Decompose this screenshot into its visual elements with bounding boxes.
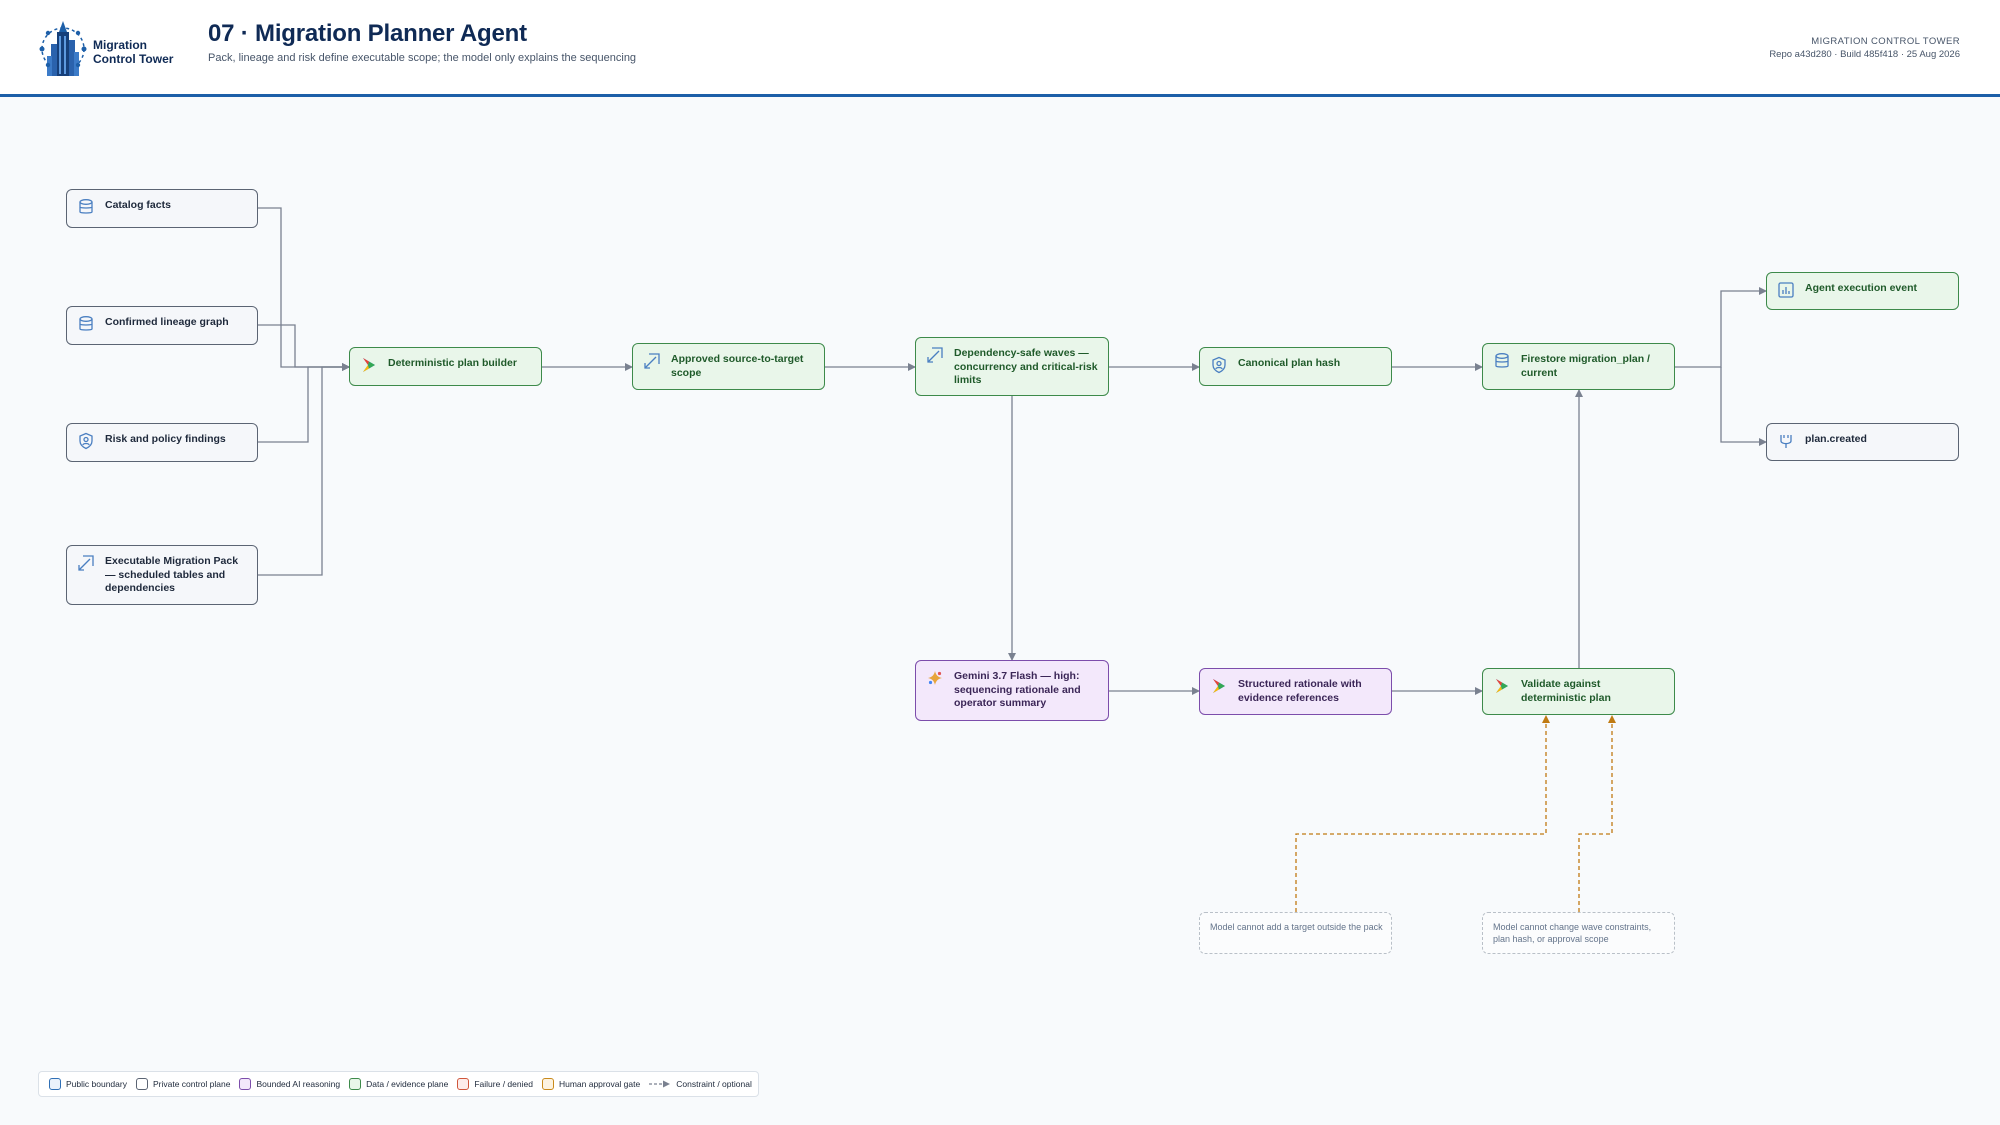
legend-item-private-control-plane: Private control plane — [135, 1078, 231, 1090]
edge-firestore-to-event — [1675, 287, 1767, 368]
node-label: Confirmed lineage graph — [105, 316, 229, 328]
legend-item-bounded-ai-reasoning: Bounded AI reasoning — [239, 1078, 340, 1090]
node-label: Risk and policy findings — [105, 433, 226, 445]
cloud-run-icon — [360, 356, 378, 374]
node-label: Firestore migration_plan / current — [1521, 353, 1650, 379]
node-executable-migration-pack[interactable]: Executable Migration Pack — scheduled ta… — [66, 545, 258, 605]
legend-item-human-approval-gate: Human approval gate — [541, 1078, 641, 1090]
node-deterministic-plan-builder[interactable]: Deterministic plan builder — [349, 347, 542, 386]
node-risk-and-policy-findings[interactable]: Risk and policy findings — [66, 423, 258, 462]
node-structured-rationale[interactable]: Structured rationale with evidence refer… — [1199, 668, 1392, 715]
cloud-run-icon — [1210, 677, 1228, 695]
edge-pack-to-builder — [258, 363, 350, 576]
cloud-run-icon — [1493, 677, 1511, 695]
legend-item-public-boundary: Public boundary — [49, 1078, 127, 1090]
node-canonical-plan-hash[interactable]: Canonical plan hash — [1199, 347, 1392, 386]
legend-item-constraint-optional: Constraint / optional — [649, 1079, 752, 1089]
constraint-target-to-validate — [1295, 715, 1550, 912]
legend-swatch — [457, 1078, 470, 1090]
note-target-constraint: Model cannot add a target outside the pa… — [1199, 912, 1392, 954]
node-catalog-facts[interactable]: Catalog facts — [66, 189, 258, 228]
legend: Public boundary Private control plane Bo… — [38, 1071, 759, 1097]
legend-item-data-evidence-plane: Data / evidence plane — [349, 1078, 448, 1090]
node-label: Gemini 3.7 Flash — high: sequencing rati… — [954, 670, 1081, 709]
chart-icon — [1777, 281, 1795, 299]
gemini-icon — [926, 669, 944, 687]
node-agent-execution-event[interactable]: Agent execution event — [1766, 272, 1959, 310]
edge-layer — [258, 207, 1767, 912]
node-label: Validate against deterministic plan — [1521, 678, 1611, 704]
node-label: Catalog facts — [105, 199, 171, 211]
database-icon — [77, 198, 95, 216]
legend-item-failure-denied: Failure / denied — [457, 1078, 533, 1090]
scope-arrow-icon — [926, 346, 944, 364]
edge-risk-to-builder — [258, 363, 350, 443]
database-icon — [77, 315, 95, 333]
note-label: Model cannot change wave constraints, pl… — [1493, 922, 1652, 944]
legend-swatch — [49, 1078, 61, 1090]
node-firestore-migration-plan[interactable]: Firestore migration_plan / current — [1482, 343, 1675, 390]
node-label: Canonical plan hash — [1238, 357, 1341, 369]
node-label: Executable Migration Pack — scheduled ta… — [105, 555, 239, 594]
node-label: Approved source-to-target scope — [671, 353, 804, 379]
node-approved-source-to-target-scope[interactable]: Approved source-to-target scope — [632, 343, 825, 390]
note-wave-constraint: Model cannot change wave constraints, pl… — [1482, 912, 1675, 954]
node-validate-against-plan[interactable]: Validate against deterministic plan — [1482, 668, 1675, 715]
legend-label: Human approval gate — [558, 1079, 641, 1089]
edge-lineage-to-builder — [258, 324, 350, 371]
node-dependency-safe-waves[interactable]: Dependency-safe waves — concurrency and … — [915, 337, 1109, 396]
legend-swatch — [135, 1078, 148, 1090]
pubsub-icon — [1777, 432, 1795, 450]
scope-arrow-icon — [77, 554, 95, 572]
legend-label: Constraint / optional — [676, 1079, 752, 1089]
node-plan-created[interactable]: plan.created — [1766, 423, 1959, 461]
node-label: plan.created — [1805, 433, 1867, 445]
edge-catalog-to-builder — [258, 207, 350, 371]
shield-person-icon — [1210, 356, 1228, 374]
shield-person-icon — [77, 432, 95, 450]
legend-swatch — [349, 1078, 362, 1090]
legend-label: Data / evidence plane — [366, 1079, 449, 1089]
note-label: Model cannot add a target outside the pa… — [1210, 922, 1383, 932]
scope-arrow-icon — [643, 352, 661, 370]
node-label: Dependency-safe waves — concurrency and … — [954, 347, 1098, 386]
dashed-arrow-icon — [649, 1080, 671, 1088]
database-icon — [1493, 352, 1511, 370]
constraint-wave-to-validate — [1578, 715, 1616, 912]
legend-swatch — [541, 1078, 554, 1090]
node-label: Deterministic plan builder — [388, 357, 517, 369]
legend-label: Failure / denied — [474, 1079, 533, 1089]
legend-label: Public boundary — [66, 1079, 127, 1089]
legend-label: Private control plane — [152, 1079, 231, 1089]
legend-swatch — [239, 1078, 252, 1090]
node-label: Structured rationale with evidence refer… — [1238, 678, 1362, 704]
edge-firestore-to-plan-created — [1720, 367, 1767, 446]
node-label: Agent execution event — [1805, 282, 1918, 294]
node-gemini-flash[interactable]: Gemini 3.7 Flash — high: sequencing rati… — [915, 660, 1109, 721]
legend-label: Bounded AI reasoning — [256, 1079, 341, 1089]
node-confirmed-lineage-graph[interactable]: Confirmed lineage graph — [66, 306, 258, 345]
